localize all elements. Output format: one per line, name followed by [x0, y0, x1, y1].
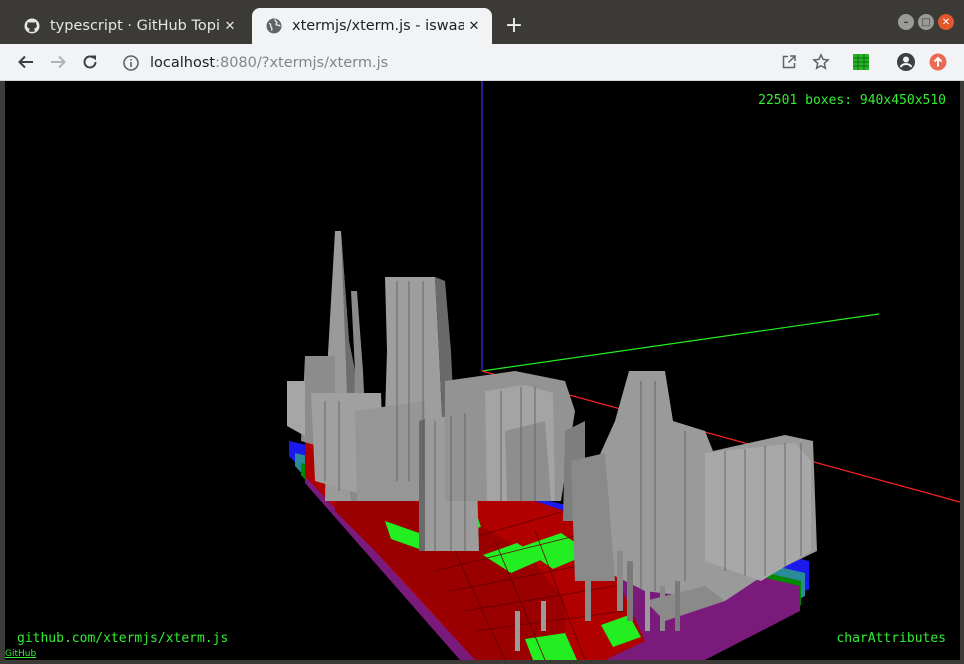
open-external-icon[interactable] — [777, 50, 801, 74]
tab-label: xtermjs/xterm.js - iswaac — [292, 18, 464, 34]
close-window-icon[interactable]: ✕ — [938, 14, 954, 30]
account-icon[interactable] — [894, 50, 918, 74]
new-tab-button[interactable]: + — [501, 13, 527, 39]
y-axis-line — [481, 313, 880, 372]
bookmark-star-icon[interactable] — [809, 50, 833, 74]
url-path: :8080/?xtermjs/xterm.js — [215, 54, 389, 71]
extension-icon[interactable] — [849, 50, 873, 74]
globe-icon — [266, 18, 282, 34]
update-icon[interactable] — [926, 50, 950, 74]
repo-link[interactable]: github.com/xtermjs/xterm.js — [17, 631, 228, 646]
3d-viewport[interactable]: 22501 boxes: 940x450x510 github.com/xter… — [5, 81, 960, 660]
3d-city-visualization[interactable] — [5, 81, 960, 660]
address-bar[interactable]: localhost:8080/?xtermjs/xterm.js — [116, 48, 876, 77]
github-link[interactable]: GitHub — [5, 649, 36, 659]
back-arrow-icon[interactable] — [14, 50, 38, 74]
site-info-icon[interactable] — [122, 54, 140, 72]
close-tab-icon[interactable]: ✕ — [220, 16, 240, 36]
box-count-stats: 22501 boxes: 940x450x510 — [758, 93, 946, 108]
maximize-icon[interactable]: □ — [918, 14, 934, 30]
close-tab-icon[interactable]: ✕ — [464, 16, 484, 36]
forward-arrow-icon[interactable] — [46, 50, 70, 74]
minimize-icon[interactable]: – — [898, 14, 914, 30]
browser-toolbar: localhost:8080/?xtermjs/xterm.js — [0, 44, 964, 81]
window-frame — [0, 660, 964, 664]
tab-xterm[interactable]: xtermjs/xterm.js - iswaac ✕ — [252, 8, 492, 44]
window-frame — [960, 81, 964, 664]
window-controls: – □ ✕ — [898, 14, 954, 30]
tab-github-topics[interactable]: typescript · GitHub Topics ✕ — [10, 8, 248, 44]
reload-icon[interactable] — [78, 50, 102, 74]
url-host: localhost — [150, 54, 216, 71]
github-icon — [24, 18, 40, 34]
window-title-bar: typescript · GitHub Topics ✕ xtermjs/xte… — [0, 0, 964, 44]
attribute-mode-label: charAttributes — [836, 631, 946, 646]
tab-label: typescript · GitHub Topics — [50, 18, 220, 34]
